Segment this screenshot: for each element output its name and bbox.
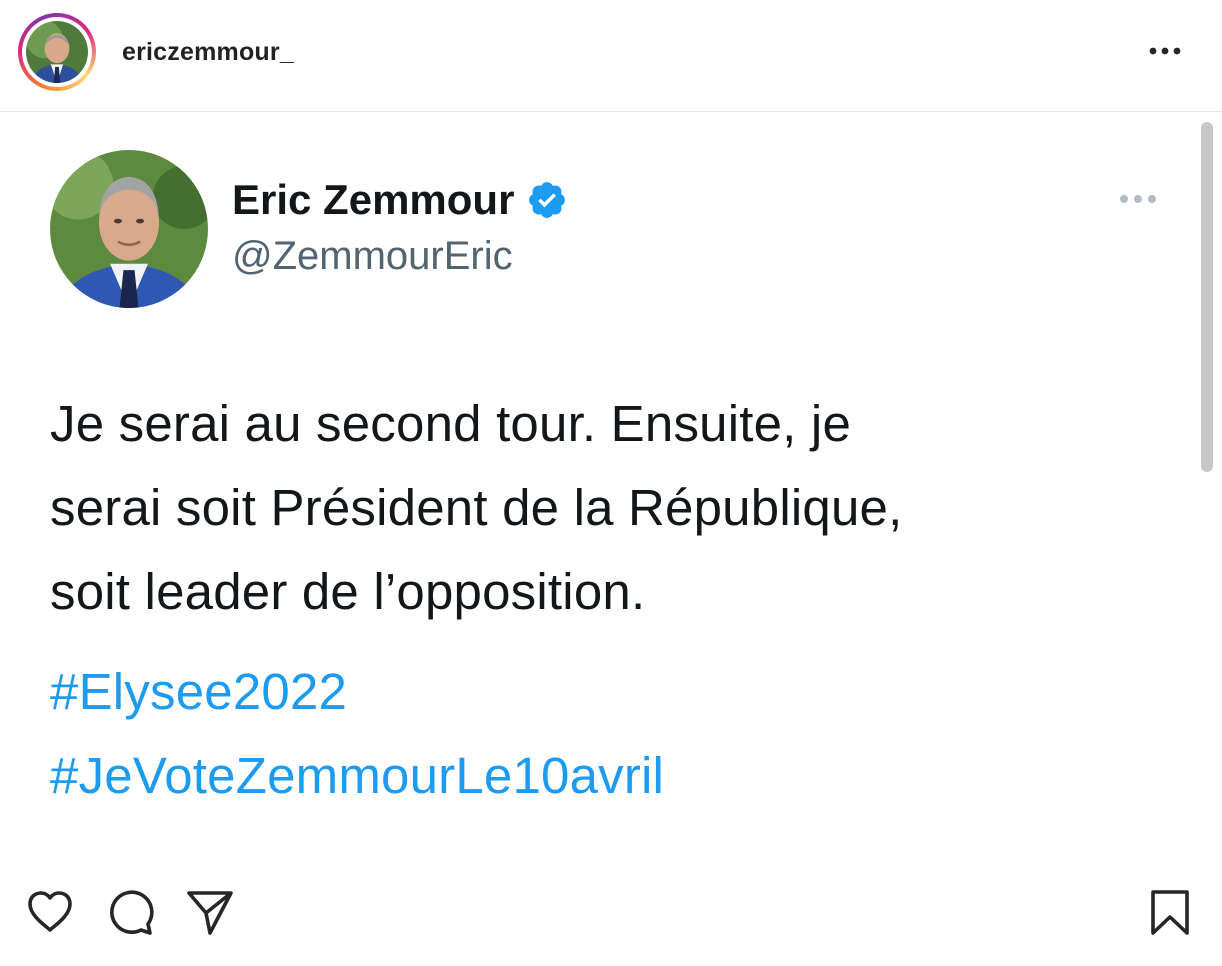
profile-username[interactable]: ericzemmour_ <box>122 38 294 67</box>
tweet-text-line: soit leader de l’opposition. <box>50 563 646 620</box>
bookmark-icon[interactable] <box>1144 886 1196 938</box>
hashtag-jevotezemmour: #JeVoteZemmourLe10avril <box>50 747 665 804</box>
tweet-text-line: serai soit Président de la République, <box>50 479 903 536</box>
verified-badge-icon <box>526 179 568 221</box>
more-options-icon[interactable] <box>1140 36 1190 66</box>
hashtag-elysee2022: #Elysee2022 <box>50 663 348 720</box>
scrollbar[interactable] <box>1201 122 1213 472</box>
heart-icon[interactable] <box>24 886 76 938</box>
tweet-text: Je serai au second tour. Ensuite, je ser… <box>50 382 1160 634</box>
post-header: ericzemmour_ <box>0 0 1222 112</box>
paper-plane-icon[interactable] <box>184 886 236 938</box>
post-action-bar <box>0 880 1222 950</box>
tweet-hashtags: #Elysee2022 #JeVoteZemmourLe10avril <box>50 650 1160 818</box>
tweet-avatar-photo <box>50 150 208 308</box>
author-name-text: Eric Zemmour <box>232 176 515 223</box>
tweet-author-avatar <box>50 150 208 308</box>
tweet-more-icon <box>1114 186 1162 212</box>
avatar-photo <box>26 21 88 83</box>
tweet-text-line: Je serai au second tour. Ensuite, je <box>50 395 852 452</box>
profile-avatar[interactable] <box>18 13 96 91</box>
tweet-author-handle: @ZemmourEric <box>232 234 513 278</box>
comment-icon[interactable] <box>104 886 156 938</box>
tweet-author-name: Eric Zemmour <box>232 176 568 224</box>
